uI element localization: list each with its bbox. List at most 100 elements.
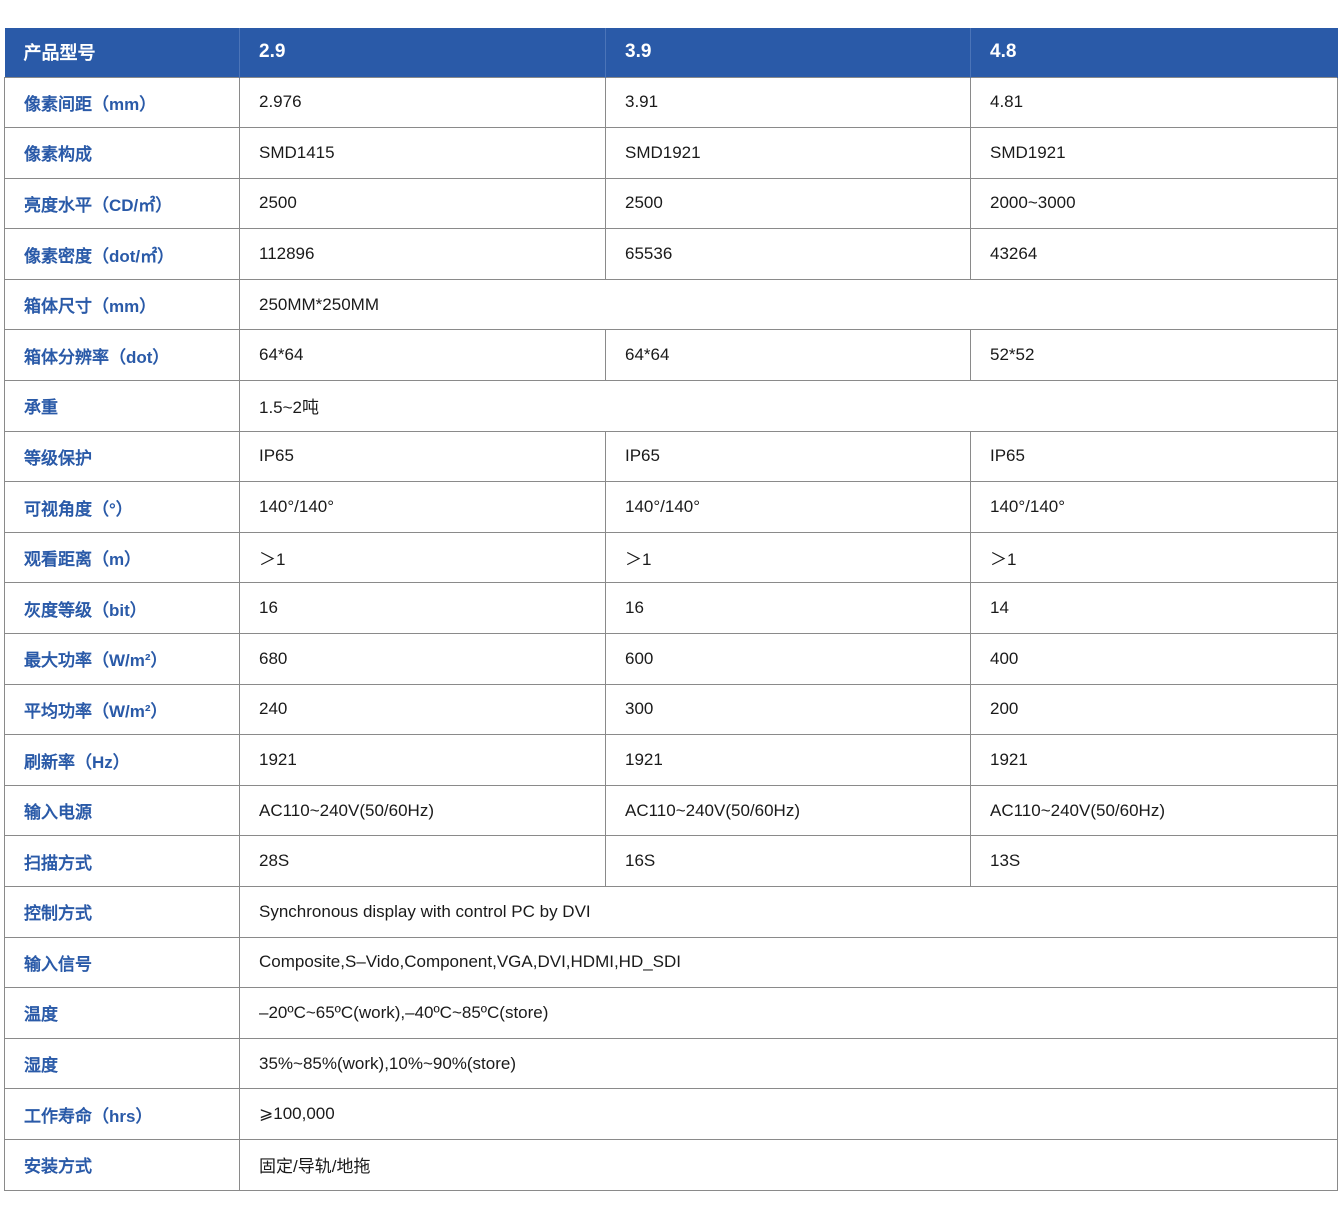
row-value: 140°/140° [605, 481, 971, 533]
header-model: 3.9 [605, 28, 971, 77]
table-row: 像素构成 SMD1415 SMD1921 SMD1921 [4, 127, 1338, 179]
row-value: IP65 [605, 430, 971, 483]
row-value: 400 [970, 633, 1338, 685]
row-label: 亮度水平（CD/㎡） [4, 177, 240, 230]
header-model: 4.8 [970, 28, 1338, 77]
row-value: 2.976 [239, 76, 606, 129]
row-value: 140°/140° [239, 481, 606, 533]
row-value: 固定/导轨/地拖 [239, 1138, 1338, 1191]
spec-body: 像素间距（mm） 2.976 3.91 4.81 像素构成 SMD1415 SMD1921 S… [4, 76, 1338, 1191]
row-value: 64*64 [239, 329, 606, 382]
table-row: 扫描方式 28S 16S 13S [4, 835, 1338, 887]
row-label: 观看距离（m） [4, 531, 240, 584]
row-label: 刷新率（Hz） [4, 734, 240, 786]
row-value: 52*52 [970, 329, 1338, 382]
row-value: ⩾100,000 [239, 1088, 1338, 1140]
row-value: 1.5~2吨 [239, 380, 1338, 432]
row-label: 湿度 [4, 1037, 240, 1090]
row-value: 16 [239, 582, 606, 635]
row-value: –20ºC~65ºC(work),–40ºC~85ºC(store) [239, 987, 1338, 1039]
row-label: 安装方式 [4, 1138, 240, 1191]
row-value: 2000~3000 [970, 177, 1338, 230]
table-row: 承重 1.5~2吨 [4, 380, 1338, 432]
row-label: 箱体尺寸（mm） [4, 278, 240, 331]
row-label: 最大功率（W/m²） [4, 633, 240, 685]
row-value: 300 [605, 683, 971, 736]
row-label: 工作寿命（hrs） [4, 1088, 240, 1140]
row-value: SMD1415 [239, 127, 606, 179]
row-value: AC110~240V(50/60Hz) [239, 784, 606, 837]
row-value: 112896 [239, 228, 606, 280]
table-row: 输入信号 Composite,S–Vido,Component,VGA,DVI,H… [4, 936, 1338, 989]
row-value: 35%~85%(work),10%~90%(store) [239, 1037, 1338, 1090]
table-row: 等级保护 IP65 IP65 IP65 [4, 430, 1338, 483]
row-value: Composite,S–Vido,Component,VGA,DVI,HDMI,… [239, 936, 1338, 989]
row-value: 2500 [605, 177, 971, 230]
table-row: 箱体尺寸（mm） 250MM*250MM [4, 278, 1338, 331]
row-value: AC110~240V(50/60Hz) [605, 784, 971, 837]
table-row: 像素间距（mm） 2.976 3.91 4.81 [4, 76, 1338, 129]
row-value: 64*64 [605, 329, 971, 382]
row-value: 680 [239, 633, 606, 685]
row-value: ＞1 [605, 531, 971, 584]
row-label: 输入电源 [4, 784, 240, 837]
row-value: IP65 [239, 430, 606, 483]
row-value: ＞1 [239, 531, 606, 584]
table-row: 可视角度（°） 140°/140° 140°/140° 140°/140° [4, 481, 1338, 533]
row-value: 240 [239, 683, 606, 736]
row-value: 600 [605, 633, 971, 685]
row-value: 1921 [605, 734, 971, 786]
row-label: 像素密度（dot/㎡） [4, 228, 240, 280]
table-row: 观看距离（m） ＞1 ＞1 ＞1 [4, 531, 1338, 584]
row-value: 16 [605, 582, 971, 635]
row-value: 43264 [970, 228, 1338, 280]
table-row: 刷新率（Hz） 1921 1921 1921 [4, 734, 1338, 786]
header-row: 产品型号 2.9 3.9 4.8 [4, 28, 1338, 77]
header-label: 产品型号 [4, 28, 240, 77]
table-row: 像素密度（dot/㎡） 112896 65536 43264 [4, 228, 1338, 280]
row-value: 16S [605, 835, 971, 887]
row-label: 温度 [4, 987, 240, 1039]
header-model: 2.9 [239, 28, 606, 77]
row-value: IP65 [970, 430, 1338, 483]
row-value: ＞1 [970, 531, 1338, 584]
row-value: 28S [239, 835, 606, 887]
row-value: SMD1921 [970, 127, 1338, 179]
row-value: 65536 [605, 228, 971, 280]
row-value: Synchronous display with control PC by D… [239, 886, 1338, 938]
table-row: 输入电源 AC110~240V(50/60Hz) AC110~240V(50/60H… [4, 784, 1338, 837]
row-value: 13S [970, 835, 1338, 887]
row-value: 4.81 [970, 76, 1338, 129]
row-value: 250MM*250MM [239, 278, 1338, 331]
table-row: 箱体分辨率（dot） 64*64 64*64 52*52 [4, 329, 1338, 382]
row-value: 14 [970, 582, 1338, 635]
row-label: 像素间距（mm） [4, 76, 240, 129]
row-value: 3.91 [605, 76, 971, 129]
row-value: 2500 [239, 177, 606, 230]
row-label: 承重 [4, 380, 240, 432]
row-label: 控制方式 [4, 886, 240, 938]
row-value: SMD1921 [605, 127, 971, 179]
row-label: 可视角度（°） [4, 481, 240, 533]
row-value: 1921 [970, 734, 1338, 786]
row-label: 箱体分辨率（dot） [4, 329, 240, 382]
row-value: 140°/140° [970, 481, 1338, 533]
row-label: 像素构成 [4, 127, 240, 179]
row-value: AC110~240V(50/60Hz) [970, 784, 1338, 837]
table-row: 安装方式 固定/导轨/地拖 [4, 1138, 1338, 1191]
row-label: 灰度等级（bit） [4, 582, 240, 635]
spec-table: 产品型号 2.9 3.9 4.8 像素间距（mm） 2.976 3.91 4.81 像素… [4, 28, 1338, 1191]
table-row: 最大功率（W/m²） 680 600 400 [4, 633, 1338, 685]
table-row: 控制方式 Synchronous display with control PC … [4, 886, 1338, 938]
row-label: 输入信号 [4, 936, 240, 989]
row-label: 等级保护 [4, 430, 240, 483]
table-row: 温度 –20ºC~65ºC(work),–40ºC~85ºC(store) [4, 987, 1338, 1039]
row-label: 扫描方式 [4, 835, 240, 887]
table-row: 灰度等级（bit） 16 16 14 [4, 582, 1338, 635]
row-label: 平均功率（W/m²） [4, 683, 240, 736]
row-value: 200 [970, 683, 1338, 736]
table-row: 亮度水平（CD/㎡） 2500 2500 2000~3000 [4, 177, 1338, 230]
table-row: 湿度 35%~85%(work),10%~90%(store) [4, 1037, 1338, 1090]
table-row: 平均功率（W/m²） 240 300 200 [4, 683, 1338, 736]
row-value: 1921 [239, 734, 606, 786]
